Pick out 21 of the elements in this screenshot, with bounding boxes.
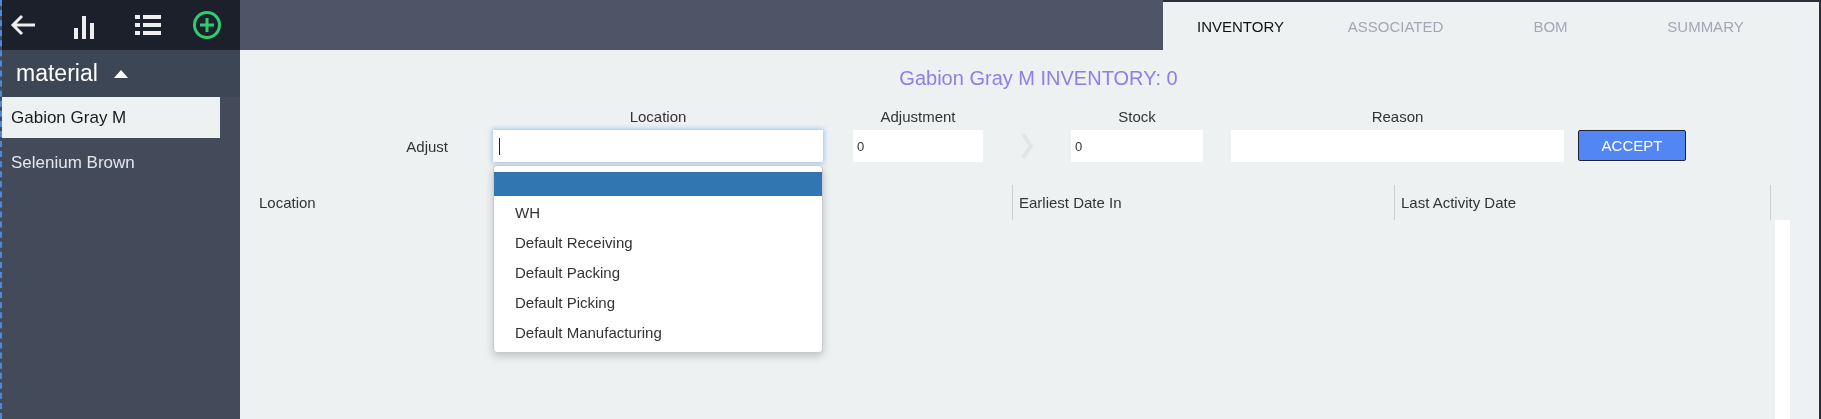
field-label: Stock	[1118, 107, 1156, 127]
dropdown-option[interactable]: WH	[494, 200, 822, 226]
sidebar-item[interactable]: Gabion Gray M	[2, 97, 220, 138]
adjustment-field[interactable]: 0	[853, 130, 983, 162]
column-header: Last Activity Date	[1401, 194, 1517, 211]
column-header: Location	[259, 194, 316, 211]
stock-field[interactable]: 0	[1071, 130, 1203, 162]
form-label: Adjust	[406, 137, 448, 155]
page-title: Gabion Gray M INVENTORY: 0	[899, 66, 1178, 91]
field-label: Reason	[1371, 107, 1424, 127]
column-header: Earliest Date In	[1019, 194, 1122, 211]
dropdown-option[interactable]: Default Picking	[494, 290, 822, 316]
add-icon[interactable]	[192, 10, 222, 40]
dropdown-option[interactable]: Default Receiving	[494, 230, 822, 256]
field-label: Location	[629, 107, 687, 127]
sidebar-item[interactable]: Selenium Brown	[2, 142, 220, 183]
location-field[interactable]	[493, 130, 823, 162]
field-label: Adjustment	[880, 107, 956, 127]
dropdown-option[interactable]: Default Packing	[494, 260, 822, 286]
dropdown-option[interactable]: Default Manufacturing	[494, 320, 822, 346]
tab[interactable]: INVENTORY	[1163, 2, 1318, 50]
